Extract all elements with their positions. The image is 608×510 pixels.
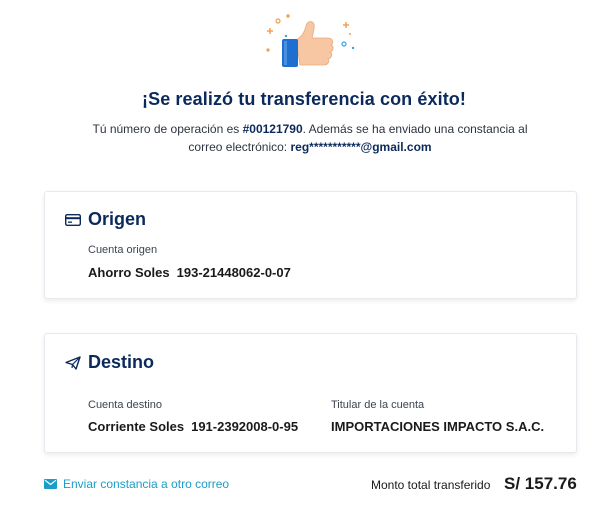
- origin-card-header: Origen: [65, 209, 146, 230]
- message-line2-prefix: correo electrónico:: [188, 140, 291, 154]
- origin-card-title: Origen: [88, 209, 147, 229]
- resend-receipt-label[interactable]: Enviar constancia a otro correo: [63, 477, 229, 491]
- destination-card-title: Destino: [88, 352, 155, 372]
- destination-account-value: Corriente Soles 191-2392008-0-95: [88, 419, 305, 434]
- message-line1-suffix: . Además se ha enviado una constancia al: [302, 122, 528, 136]
- origin-card: Origen Cuenta origen Ahorro Soles 193-214…: [44, 191, 577, 299]
- total-transferred-amount: S/ 157.76: [504, 474, 577, 493]
- operation-number: #00121790: [242, 122, 303, 136]
- destination-account-number: 191-2392008-0-95: [191, 419, 299, 434]
- total-transferred-label: Monto total transferido: [371, 478, 491, 492]
- destination-account-type: Corriente Soles: [88, 419, 185, 434]
- destination-account-label: Cuenta destino: [88, 399, 162, 411]
- origin-account-value: Ahorro Soles 193-21448062-0-07: [88, 265, 298, 280]
- success-message: Tú número de operación es #00121790. Ade…: [60, 120, 560, 156]
- success-thumbs-up-illustration: [262, 12, 358, 74]
- destination-card-header: Destino: [65, 352, 154, 373]
- account-holder-label: Titular de la cuenta: [331, 399, 425, 411]
- envelope-icon: [44, 479, 57, 489]
- resend-receipt-link[interactable]: Enviar constancia a otro correo: [44, 477, 229, 491]
- masked-email: reg***********@gmail.com: [290, 140, 432, 154]
- account-holder-name: IMPORTACIONES IMPACTO S.A.C.: [331, 419, 545, 434]
- origin-account-number: 193-21448062-0-07: [176, 265, 291, 280]
- success-title: ¡Se realizó tu transferencia con éxito!: [142, 89, 466, 109]
- origin-account-label: Cuenta origen: [88, 244, 158, 256]
- message-line1-prefix: Tú número de operación es: [92, 122, 243, 136]
- paper-plane-icon: [65, 355, 81, 371]
- destination-card: Destino Cuenta destino Corriente Soles 19…: [44, 333, 577, 453]
- card-icon: [65, 212, 81, 228]
- origin-account-type: Ahorro Soles: [88, 265, 170, 280]
